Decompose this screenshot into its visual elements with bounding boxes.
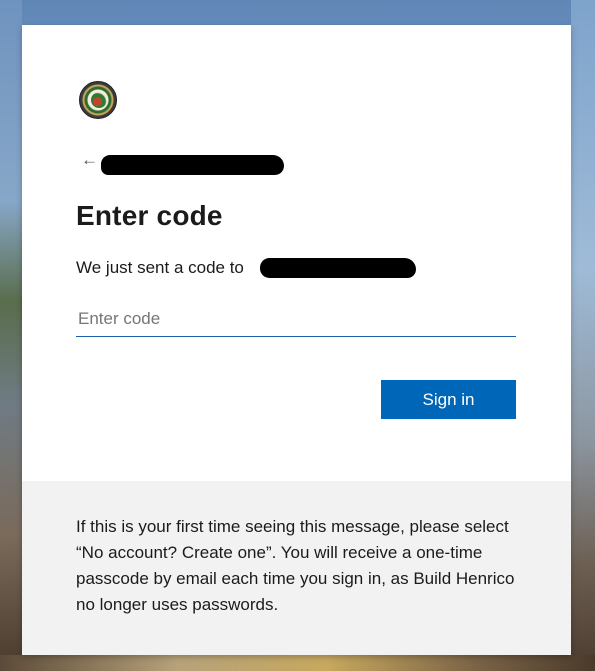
background-bottom xyxy=(0,655,595,671)
back-arrow-icon[interactable]: ← xyxy=(81,150,98,170)
signin-card: ← Enter code We just sent a code to Sign… xyxy=(22,25,571,655)
page-title: Enter code xyxy=(76,200,223,231)
code-input[interactable] xyxy=(76,301,516,337)
redacted-account-identifier xyxy=(101,155,284,175)
background-left xyxy=(0,0,22,671)
redacted-email xyxy=(260,258,416,278)
code-sent-message: We just sent a code to xyxy=(76,258,244,277)
county-seal-emblem xyxy=(91,92,107,108)
notice-text: If this is your first time seeing this m… xyxy=(76,517,515,614)
background-right xyxy=(571,0,595,671)
county-seal-logo xyxy=(79,81,117,119)
sign-in-button[interactable]: Sign in xyxy=(381,380,516,419)
notice-panel: If this is your first time seeing this m… xyxy=(22,481,571,655)
